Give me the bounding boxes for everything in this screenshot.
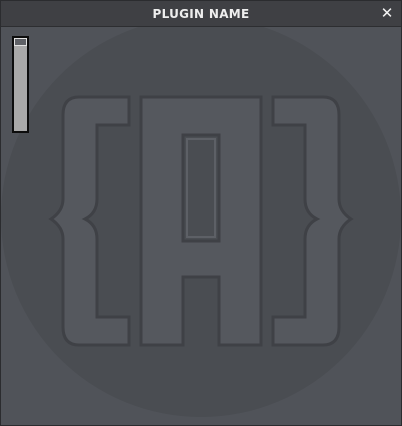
close-icon: ✕ xyxy=(380,4,394,22)
brand-logo-watermark xyxy=(1,27,401,417)
window-title: PLUGIN NAME xyxy=(152,7,250,21)
plugin-content xyxy=(1,27,401,425)
title-bar[interactable]: PLUGIN NAME ✕ xyxy=(1,1,401,27)
plugin-window: PLUGIN NAME ✕ xyxy=(0,0,402,426)
vertical-slider[interactable] xyxy=(12,36,29,133)
close-button[interactable]: ✕ xyxy=(379,1,395,26)
slider-thumb[interactable] xyxy=(14,38,27,46)
